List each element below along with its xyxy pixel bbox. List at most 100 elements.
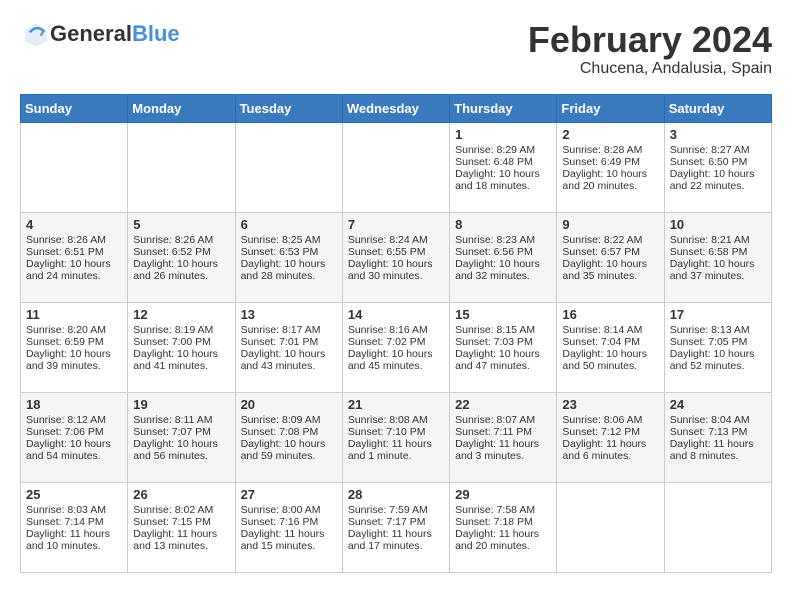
sunset-text: Sunset: 7:01 PM — [241, 336, 319, 348]
sunrise-text: Sunrise: 8:28 AM — [562, 144, 642, 156]
daylight-text: Daylight: 11 hours and 10 minutes. — [26, 528, 110, 552]
calendar-day-cell: 26Sunrise: 8:02 AMSunset: 7:15 PMDayligh… — [128, 482, 235, 572]
calendar-day-cell: 16Sunrise: 8:14 AMSunset: 7:04 PMDayligh… — [557, 302, 664, 392]
daylight-text: Daylight: 10 hours and 39 minutes. — [26, 348, 111, 372]
sunrise-text: Sunrise: 7:59 AM — [348, 504, 428, 516]
calendar-day-cell: 14 Sunrise: 8:16 AMSunset: 7:02 PMDayligh… — [342, 302, 449, 392]
sunrise-text: Sunrise: 8:16 AM — [348, 324, 428, 336]
day-number: 13 — [241, 307, 337, 322]
calendar-day-cell — [664, 482, 771, 572]
day-number: 11 — [26, 307, 122, 322]
sunset-text: Sunset: 7:17 PM — [348, 516, 426, 528]
daylight-text: Daylight: 10 hours and 24 minutes. — [26, 258, 111, 282]
sunrise-text: Sunrise: 8:00 AM — [241, 504, 321, 516]
calendar-day-cell: 25Sunrise: 8:03 AMSunset: 7:14 PMDayligh… — [21, 482, 128, 572]
daylight-text: Daylight: 11 hours and 3 minutes. — [455, 438, 539, 462]
weekday-header-cell: Wednesday — [342, 94, 449, 122]
daylight-text: Daylight: 11 hours and 13 minutes. — [133, 528, 217, 552]
day-number: 20 — [241, 397, 337, 412]
calendar-week-row: 18Sunrise: 8:12 AMSunset: 7:06 PMDayligh… — [21, 392, 772, 482]
calendar-day-cell — [235, 122, 342, 212]
calendar-day-cell: 18Sunrise: 8:12 AMSunset: 7:06 PMDayligh… — [21, 392, 128, 482]
calendar-day-cell: 1Sunrise: 8:29 AMSunset: 6:48 PMDaylight… — [450, 122, 557, 212]
day-number: 27 — [241, 487, 337, 502]
calendar-week-row: 25Sunrise: 8:03 AMSunset: 7:14 PMDayligh… — [21, 482, 772, 572]
sunset-text: Sunset: 7:13 PM — [670, 426, 748, 438]
daylight-text: Daylight: 10 hours and 56 minutes. — [133, 438, 218, 462]
daylight-text: Daylight: 11 hours and 17 minutes. — [348, 528, 432, 552]
sunset-text: Sunset: 6:51 PM — [26, 246, 104, 258]
sunset-text: Sunset: 6:56 PM — [455, 246, 533, 258]
sunset-text: Sunset: 7:16 PM — [241, 516, 319, 528]
logo-text: GeneralBlue — [50, 21, 180, 47]
day-number: 21 — [348, 397, 444, 412]
calendar-day-cell: 12Sunrise: 8:19 AMSunset: 7:00 PMDayligh… — [128, 302, 235, 392]
day-number: 9 — [562, 217, 658, 232]
calendar-day-cell: 11 Sunrise: 8:20 AMSunset: 6:59 PMDayligh… — [21, 302, 128, 392]
weekday-header-cell: Monday — [128, 94, 235, 122]
sunrise-text: Sunrise: 8:20 AM — [26, 324, 106, 336]
sunset-text: Sunset: 7:11 PM — [455, 426, 532, 438]
logo-icon — [22, 20, 50, 48]
calendar-day-cell: 21Sunrise: 8:08 AMSunset: 7:10 PMDayligh… — [342, 392, 449, 482]
sunset-text: Sunset: 7:02 PM — [348, 336, 426, 348]
daylight-text: Daylight: 10 hours and 45 minutes. — [348, 348, 433, 372]
sunset-text: Sunset: 7:06 PM — [26, 426, 104, 438]
calendar-day-cell: 29Sunrise: 7:58 AMSunset: 7:18 PMDayligh… — [450, 482, 557, 572]
daylight-text: Daylight: 10 hours and 26 minutes. — [133, 258, 218, 282]
calendar-day-cell — [21, 122, 128, 212]
sunset-text: Sunset: 6:48 PM — [455, 156, 533, 168]
calendar-day-cell: 8Sunrise: 8:23 AMSunset: 6:56 PMDaylight… — [450, 212, 557, 302]
sunset-text: Sunset: 7:15 PM — [133, 516, 211, 528]
sunset-text: Sunset: 6:55 PM — [348, 246, 426, 258]
calendar-day-cell: 6Sunrise: 8:25 AMSunset: 6:53 PMDaylight… — [235, 212, 342, 302]
weekday-header-cell: Tuesday — [235, 94, 342, 122]
sunset-text: Sunset: 6:58 PM — [670, 246, 748, 258]
calendar-table: SundayMondayTuesdayWednesdayThursdayFrid… — [20, 94, 772, 573]
day-number: 22 — [455, 397, 551, 412]
sunrise-text: Sunrise: 8:03 AM — [26, 504, 106, 516]
daylight-text: Daylight: 10 hours and 47 minutes. — [455, 348, 540, 372]
daylight-text: Daylight: 10 hours and 50 minutes. — [562, 348, 647, 372]
daylight-text: Daylight: 11 hours and 1 minute. — [348, 438, 432, 462]
sunrise-text: Sunrise: 8:07 AM — [455, 414, 535, 426]
calendar-day-cell: 20 Sunrise: 8:09 AMSunset: 7:08 PMDayligh… — [235, 392, 342, 482]
calendar-day-cell: 15Sunrise: 8:15 AMSunset: 7:03 PMDayligh… — [450, 302, 557, 392]
calendar-day-cell — [557, 482, 664, 572]
sunrise-text: Sunrise: 8:12 AM — [26, 414, 106, 426]
calendar-title: February 2024 — [528, 20, 772, 60]
calendar-day-cell: 3Sunrise: 8:27 AMSunset: 6:50 PMDaylight… — [664, 122, 771, 212]
sunset-text: Sunset: 7:12 PM — [562, 426, 640, 438]
day-number: 3 — [670, 127, 766, 142]
daylight-text: Daylight: 10 hours and 59 minutes. — [241, 438, 326, 462]
weekday-header-cell: Sunday — [21, 94, 128, 122]
sunrise-text: Sunrise: 8:06 AM — [562, 414, 642, 426]
day-number: 26 — [133, 487, 229, 502]
calendar-day-cell: 2Sunrise: 8:28 AMSunset: 6:49 PMDaylight… — [557, 122, 664, 212]
daylight-text: Daylight: 10 hours and 18 minutes. — [455, 168, 540, 192]
daylight-text: Daylight: 10 hours and 37 minutes. — [670, 258, 755, 282]
sunrise-text: Sunrise: 8:11 AM — [133, 414, 212, 426]
calendar-day-cell: 24Sunrise: 8:04 AMSunset: 7:13 PMDayligh… — [664, 392, 771, 482]
sunset-text: Sunset: 7:05 PM — [670, 336, 748, 348]
sunrise-text: Sunrise: 8:14 AM — [562, 324, 642, 336]
daylight-text: Daylight: 10 hours and 32 minutes. — [455, 258, 540, 282]
daylight-text: Daylight: 10 hours and 30 minutes. — [348, 258, 433, 282]
weekday-header-cell: Thursday — [450, 94, 557, 122]
calendar-day-cell — [128, 122, 235, 212]
day-number: 4 — [26, 217, 122, 232]
day-number: 14 — [348, 307, 444, 322]
calendar-day-cell: 17Sunrise: 8:13 AMSunset: 7:05 PMDayligh… — [664, 302, 771, 392]
weekday-header-cell: Saturday — [664, 94, 771, 122]
sunrise-text: Sunrise: 8:09 AM — [241, 414, 321, 426]
sunset-text: Sunset: 6:50 PM — [670, 156, 748, 168]
sunset-text: Sunset: 6:59 PM — [26, 336, 104, 348]
sunrise-text: Sunrise: 8:27 AM — [670, 144, 750, 156]
sunset-text: Sunset: 7:08 PM — [241, 426, 319, 438]
sunset-text: Sunset: 7:10 PM — [348, 426, 426, 438]
day-number: 12 — [133, 307, 229, 322]
sunset-text: Sunset: 6:49 PM — [562, 156, 640, 168]
calendar-header: SundayMondayTuesdayWednesdayThursdayFrid… — [21, 94, 772, 122]
day-number: 8 — [455, 217, 551, 232]
day-number: 10 — [670, 217, 766, 232]
